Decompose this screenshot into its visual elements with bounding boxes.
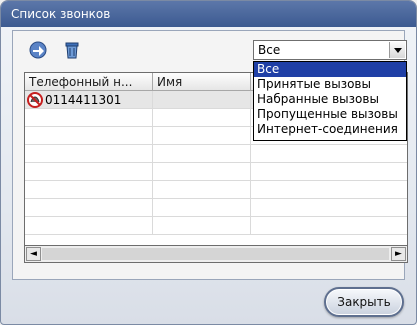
- table-row: [25, 163, 407, 181]
- missed-call-icon: [27, 92, 43, 108]
- call-filter-options[interactable]: Все Принятые вызовы Набранные вызовы Про…: [253, 61, 407, 141]
- filter-option-missed[interactable]: Пропущенные вызовы: [254, 107, 406, 122]
- column-header-phone[interactable]: Телефонный н...: [25, 73, 153, 91]
- scroll-track[interactable]: [42, 248, 389, 260]
- scroll-right-icon[interactable]: ►: [391, 247, 406, 261]
- filter-option-internet[interactable]: Интернет-соединения: [254, 122, 406, 137]
- table-row: [25, 199, 407, 217]
- call-filter-value: Все: [258, 43, 281, 57]
- horizontal-scrollbar[interactable]: ◄ ►: [24, 246, 408, 263]
- filter-option-received[interactable]: Принятые вызовы: [254, 77, 406, 92]
- trash-icon[interactable]: [62, 40, 82, 60]
- filter-option-dialed[interactable]: Набранные вызовы: [254, 92, 406, 107]
- window-title: Список звонков: [1, 1, 416, 27]
- call-filter-select[interactable]: Все: [253, 40, 407, 60]
- chevron-down-icon[interactable]: [389, 42, 405, 58]
- close-button[interactable]: Закрыть: [324, 287, 404, 317]
- table-row: [25, 217, 407, 235]
- table-row: [25, 145, 407, 163]
- filter-option-all[interactable]: Все: [254, 62, 406, 77]
- phone-number-cell: 0114411301: [45, 93, 122, 107]
- scroll-left-icon[interactable]: ◄: [26, 247, 41, 261]
- export-arrow-icon[interactable]: [28, 40, 48, 60]
- column-header-name[interactable]: Имя: [153, 73, 251, 91]
- table-row: [25, 181, 407, 199]
